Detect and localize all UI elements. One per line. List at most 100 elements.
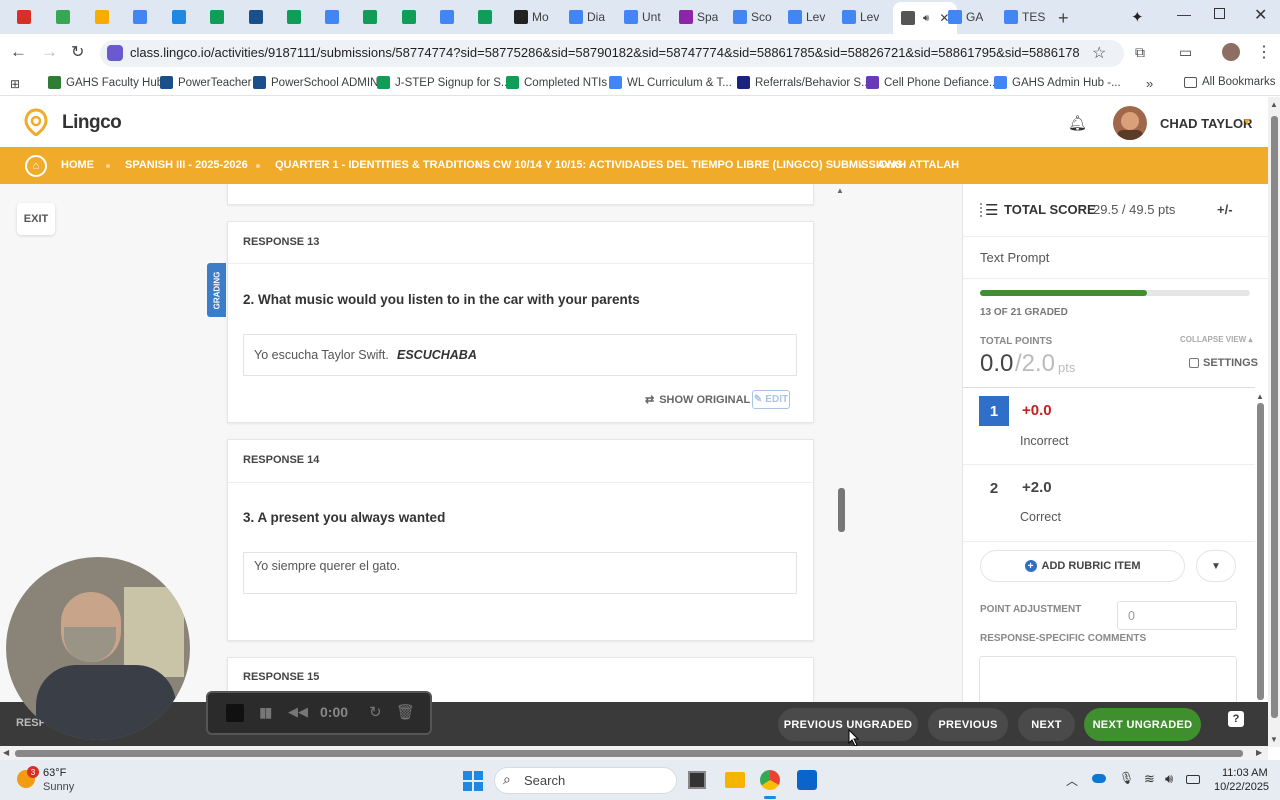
clock-date[interactable]: 10/22/2025	[1214, 781, 1269, 793]
clock-time[interactable]: 11:03 AM	[1222, 767, 1268, 779]
rewind-icon[interactable]: ◀◀	[288, 704, 308, 720]
browser-tab[interactable]: Lev	[788, 4, 825, 30]
bookmark-item[interactable]: PowerSchool ADMIN	[253, 76, 378, 89]
page-scroll-up-icon[interactable]: ▲	[1270, 100, 1278, 109]
add-rubric-item-button[interactable]: + ADD RUBRIC ITEM	[980, 550, 1185, 582]
taskbar-search-box[interactable]	[494, 767, 677, 794]
close-window-icon[interactable]: ✕	[1254, 5, 1267, 25]
page-scroll-down-icon[interactable]: ▼	[1270, 735, 1278, 744]
user-menu-chevron-icon[interactable]: ▼	[1242, 117, 1252, 128]
browser-tab[interactable]: Mo	[514, 4, 549, 30]
panel-scrollbar-thumb[interactable]	[1257, 403, 1264, 700]
browser-tab[interactable]: Spa	[679, 4, 718, 30]
apps-grid-icon[interactable]: ⊞	[10, 77, 20, 91]
browser-tab[interactable]: Lev	[842, 4, 879, 30]
reset-icon[interactable]: ↻	[369, 703, 382, 721]
rubric-options-dropdown-icon[interactable]: ▼	[1196, 550, 1236, 582]
url-text[interactable]: class.lingco.io/activities/9187111/submi…	[130, 45, 1080, 60]
extensions-icon[interactable]: ⧉	[1135, 44, 1145, 61]
breadcrumb-activity[interactable]: CW 10/14 Y 10/15: ACTIVIDADES DEL TIEMPO…	[493, 159, 903, 171]
comments-textarea[interactable]	[979, 656, 1237, 702]
breadcrumb-unit[interactable]: QUARTER 1 - IDENTITIES & TRADITIONS	[275, 159, 490, 171]
browser-tab[interactable]: Unt	[624, 4, 661, 30]
file-explorer-icon[interactable]	[725, 772, 745, 788]
bookmark-item[interactable]: Cell Phone Defiance...	[866, 76, 998, 89]
all-bookmarks[interactable]: All Bookmarks	[1184, 76, 1276, 88]
gemini-icon[interactable]: ✦	[1131, 8, 1144, 26]
browser-tab[interactable]: Dia	[569, 4, 605, 30]
browser-tab[interactable]	[478, 4, 496, 30]
score-adjust-toggle[interactable]: +/-	[1217, 202, 1233, 217]
browser-tab[interactable]	[56, 4, 74, 30]
outlook-icon[interactable]	[797, 770, 817, 790]
microphone-icon[interactable]: 🎙︎	[1119, 771, 1134, 785]
user-avatar[interactable]	[1113, 106, 1147, 140]
tray-overflow-icon[interactable]: ︿	[1066, 772, 1078, 789]
scroll-up-icon[interactable]: ▲	[836, 186, 844, 195]
more-bookmarks-icon[interactable]: »	[1146, 76, 1153, 91]
scroll-left-icon[interactable]: ◀	[3, 748, 9, 757]
weather-temp[interactable]: 63°F	[43, 767, 66, 779]
show-original-button[interactable]: ⇄ SHOW ORIGINAL	[645, 393, 750, 407]
panel-scroll-up-icon[interactable]: ▲	[1256, 392, 1264, 401]
tab-audio-icon[interactable]: 🔊︎	[923, 13, 929, 24]
browser-tab[interactable]: GA	[948, 4, 983, 30]
browser-tab[interactable]	[172, 4, 190, 30]
back-icon[interactable]: ←	[10, 42, 27, 62]
weather-desc[interactable]: Sunny	[43, 781, 74, 793]
breadcrumb-home[interactable]: HOME	[61, 159, 94, 171]
bookmark-item[interactable]: PowerTeacher	[160, 76, 252, 89]
edit-button[interactable]: ✎ EDIT	[752, 390, 790, 409]
rubric-item-number[interactable]: 1	[979, 396, 1009, 426]
bookmark-item[interactable]: Referrals/Behavior S...	[737, 76, 871, 89]
chrome-icon[interactable]	[760, 770, 780, 790]
breadcrumb-course[interactable]: SPANISH III - 2025-2026	[125, 159, 248, 171]
pause-icon[interactable]: ▮▮	[259, 704, 272, 721]
browser-tab[interactable]: Sco	[733, 4, 772, 30]
battery-icon[interactable]	[1186, 775, 1200, 784]
bookmark-star-icon[interactable]: ☆	[1092, 43, 1106, 63]
bookmark-item[interactable]: GAHS Faculty Hub	[48, 76, 163, 89]
browser-tab[interactable]	[95, 4, 113, 30]
tab-search-icon[interactable]: ▭	[1179, 44, 1192, 61]
browser-tab[interactable]	[249, 4, 267, 30]
exit-button[interactable]: EXIT	[17, 203, 55, 235]
scroll-right-icon[interactable]: ▶	[1256, 748, 1262, 757]
main-scrollbar-thumb[interactable]	[838, 488, 845, 532]
home-icon[interactable]: ⌂	[25, 155, 47, 177]
new-tab-icon[interactable]: +	[1058, 8, 1069, 29]
browser-tab[interactable]: TES	[1004, 4, 1045, 30]
maximize-icon[interactable]	[1214, 8, 1225, 19]
horizontal-scrollbar-thumb[interactable]	[15, 750, 1243, 757]
next-ungraded-button[interactable]: NEXT UNGRADED	[1084, 708, 1201, 741]
notifications-bell-icon[interactable]: 🔔︎	[1068, 114, 1087, 132]
onedrive-icon[interactable]	[1092, 774, 1106, 783]
bookmark-item[interactable]: GAHS Admin Hub -...	[994, 76, 1121, 89]
profile-avatar-icon[interactable]	[1222, 43, 1240, 61]
collapse-view-button[interactable]: COLLAPSE VIEW ▴	[1180, 335, 1252, 344]
browser-tab[interactable]	[440, 4, 458, 30]
grading-tab[interactable]: GRADING	[207, 263, 226, 317]
lingco-logo-icon[interactable]	[24, 108, 48, 136]
drag-handle-icon[interactable]	[980, 203, 984, 217]
delete-icon[interactable]: 🗑︎	[396, 703, 415, 721]
page-scrollbar-thumb[interactable]	[1271, 116, 1278, 718]
bookmark-item[interactable]: Completed NTIs	[506, 76, 607, 89]
chrome-menu-icon[interactable]: ⋮	[1256, 42, 1272, 62]
minimize-icon[interactable]: —	[1177, 6, 1191, 22]
wifi-icon[interactable]: ≋	[1144, 771, 1155, 787]
volume-icon[interactable]: 🔊︎	[1165, 771, 1173, 787]
bookmark-item[interactable]: J-STEP Signup for S...	[377, 76, 510, 89]
menu-lines-icon[interactable]: ☰	[985, 201, 998, 219]
task-view-icon[interactable]	[688, 771, 706, 789]
settings-button[interactable]: SETTINGS	[1189, 357, 1258, 369]
browser-tab[interactable]	[210, 4, 228, 30]
next-button[interactable]: NEXT	[1018, 708, 1075, 741]
user-name[interactable]: CHAD TAYLOR	[1160, 116, 1252, 131]
browser-tab[interactable]	[402, 4, 420, 30]
lingco-logo-text[interactable]: Lingco	[62, 112, 122, 134]
site-info-icon[interactable]	[107, 45, 123, 61]
browser-tab[interactable]	[133, 4, 151, 30]
browser-tab[interactable]	[325, 4, 343, 30]
browser-tab[interactable]	[287, 4, 305, 30]
